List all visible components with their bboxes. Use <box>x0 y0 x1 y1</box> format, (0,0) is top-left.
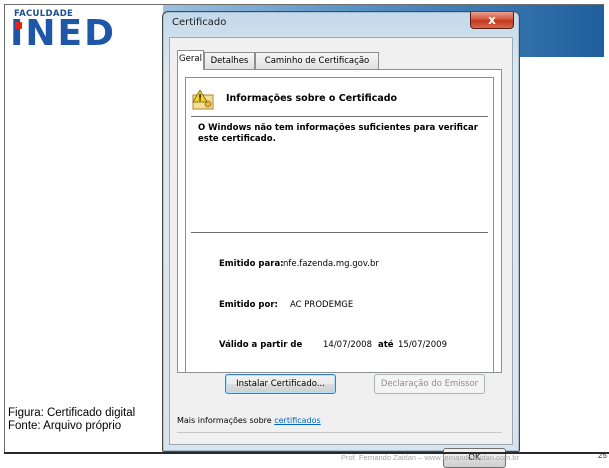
ined-logo: FACULDADE INED <box>10 9 160 59</box>
issued-by-label: Emitido por: <box>219 300 278 310</box>
valid-to-value: 15/07/2009 <box>398 340 447 350</box>
close-icon: x <box>488 13 496 27</box>
issuer-statement-button[interactable]: Declaração do Emissor <box>374 374 485 394</box>
dialog-titlebar[interactable]: Certificado x <box>163 12 519 38</box>
figure-caption: Figura: Certificado digital Fonte: Arqui… <box>8 407 135 433</box>
details-separator <box>191 232 488 233</box>
tab-detalhes[interactable]: Detalhes <box>204 52 255 69</box>
tab-panel-geral: Informações sobre o Certificado O Window… <box>177 69 502 373</box>
dialog-title: Certificado <box>172 17 227 28</box>
valid-to-label: até <box>378 340 394 350</box>
valid-from-label: Válido a partir de <box>219 340 303 350</box>
install-certificate-button[interactable]: Instalar Certificado... <box>225 374 336 394</box>
more-info-text: Mais informações sobre certificados <box>177 416 321 425</box>
dialog-client-area: Geral Detalhes Caminho de Certificação I… <box>169 37 513 468</box>
certificate-warning-icon <box>191 89 215 110</box>
issued-to-value: nfe.fazenda.mg.gov.br <box>283 259 379 269</box>
close-button[interactable]: x <box>470 12 514 29</box>
logo-red-dot <box>15 22 22 29</box>
warning-message: O Windows não tem informações suficiente… <box>198 123 478 144</box>
valid-from-value: 14/07/2008 <box>323 340 372 350</box>
footer-separator <box>177 432 502 433</box>
info-heading: Informações sobre o Certificado <box>226 93 398 104</box>
caption-source-line: Fonte: Arquivo próprio <box>8 420 122 432</box>
tab-geral[interactable]: Geral <box>177 50 204 70</box>
certificados-link[interactable]: certificados <box>274 416 320 425</box>
certificate-dialog: Certificado x Geral Detalhes Caminho de … <box>162 11 520 468</box>
tab-caminho-certificacao[interactable]: Caminho de Certificação <box>255 52 379 69</box>
certificate-info-box: Informações sobre o Certificado O Window… <box>185 77 494 373</box>
caption-figure-line: Figura: Certificado digital <box>8 407 136 419</box>
issued-by-value: AC PRODEMGE <box>290 300 354 310</box>
more-info-prefix: Mais informações sobre <box>177 416 272 425</box>
issued-to-label: Emitido para: <box>219 259 284 269</box>
page-number: 25 <box>598 451 607 460</box>
logo-ined-text: INED <box>10 13 116 54</box>
heading-separator <box>191 116 488 117</box>
